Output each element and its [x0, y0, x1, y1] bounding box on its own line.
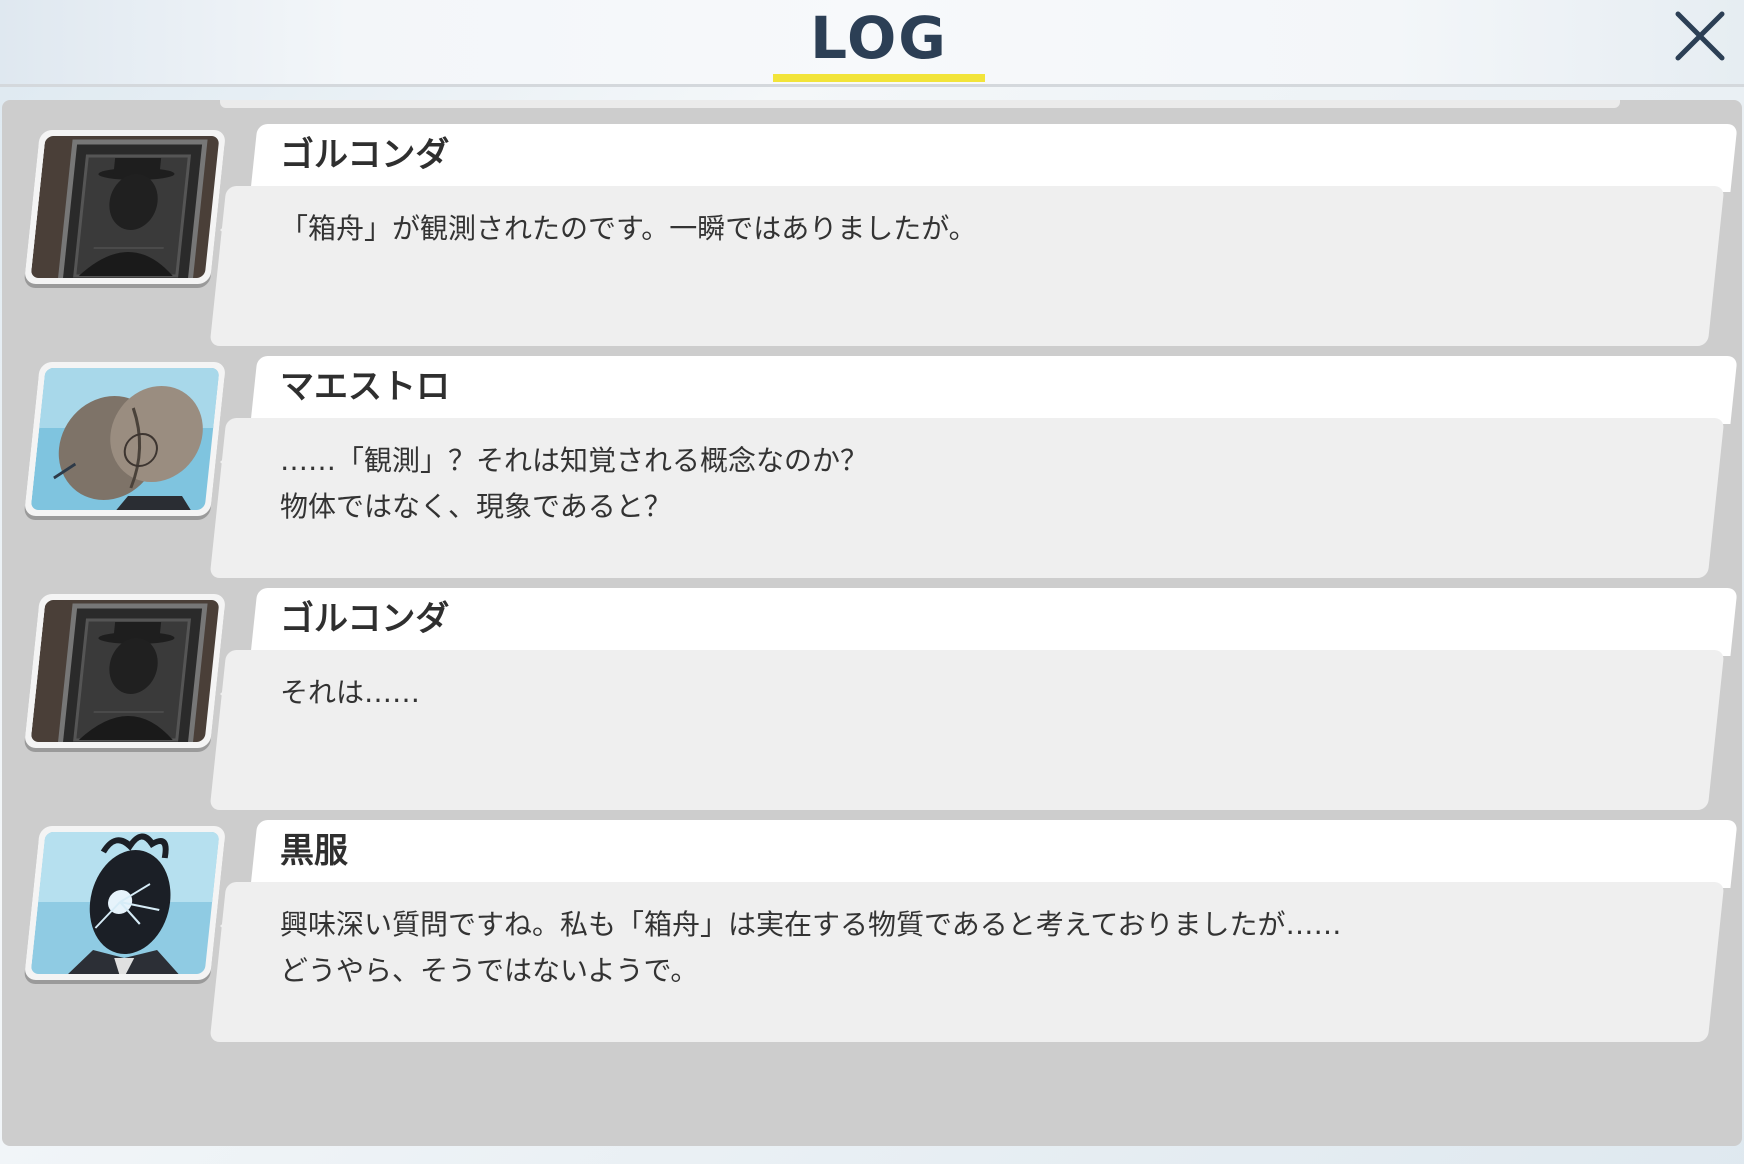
avatar: [23, 130, 227, 284]
log-entry: マエストロ ……「観測」？それは知覚される概念なのか？ 物体ではなく、現象である…: [2, 342, 1742, 592]
dialogue-text: それは……: [280, 670, 1680, 716]
name-tab: [250, 356, 1738, 424]
dialogue-line: それは……: [280, 676, 421, 709]
log-entry: 黒服 興味深い質問ですね。私も「箱舟」は実在する物質であると考えておりましたが……: [2, 806, 1742, 1056]
page-title: LOG: [810, 4, 948, 72]
speech-pointer: [220, 446, 238, 478]
dialogue-line: 「箱舟」が観測されたのです。一瞬ではありましたが。: [280, 212, 977, 245]
name-tab: [250, 820, 1738, 888]
dialogue-line: どうやら、そうではないようで。: [280, 954, 699, 987]
dialogue-text: 「箱舟」が観測されたのです。一瞬ではありましたが。: [280, 206, 1680, 252]
golconda-portrait-icon: [30, 600, 220, 742]
dialogue-line: 物体ではなく、現象であると？: [280, 490, 672, 523]
log-header: LOG: [0, 0, 1744, 87]
speaker-name: 黒服: [280, 831, 348, 871]
close-button[interactable]: [1668, 4, 1732, 68]
dialogue-text: ……「観測」？それは知覚される概念なのか？ 物体ではなく、現象であると？: [280, 438, 1680, 530]
close-icon: [1675, 11, 1725, 61]
avatar: [23, 362, 227, 516]
log-entry: ゴルコンダ それは……: [2, 574, 1742, 824]
speaker-name: ゴルコンダ: [280, 599, 450, 639]
dialogue-text: 興味深い質問ですね。私も「箱舟」は実在する物質であると考えておりましたが…… ど…: [280, 902, 1680, 994]
avatar: [23, 826, 227, 980]
title-underline: [773, 74, 985, 82]
golconda-portrait-icon: [30, 136, 220, 278]
speech-pointer: [220, 214, 238, 246]
previous-entry-edge: [220, 100, 1620, 108]
dialogue-line: ……「観測」？それは知覚される概念なのか？: [280, 444, 869, 477]
log-list[interactable]: ゴルコンダ 「箱舟」が観測されたのです。一瞬ではありましたが。 マエストロ ………: [2, 100, 1742, 1146]
maestro-portrait-icon: [30, 368, 220, 510]
speaker-name: ゴルコンダ: [280, 135, 450, 175]
name-tab: [250, 588, 1738, 656]
dialogue-line: 興味深い質問ですね。私も「箱舟」は実在する物質であると考えておりましたが……: [280, 908, 1342, 941]
speech-pointer: [220, 910, 238, 942]
speech-pointer: [220, 678, 238, 710]
log-entry: ゴルコンダ 「箱舟」が観測されたのです。一瞬ではありましたが。: [2, 110, 1742, 360]
kurofuku-portrait-icon: [30, 832, 220, 974]
name-tab: [250, 124, 1738, 192]
avatar: [23, 594, 227, 748]
speaker-name: マエストロ: [280, 367, 450, 407]
